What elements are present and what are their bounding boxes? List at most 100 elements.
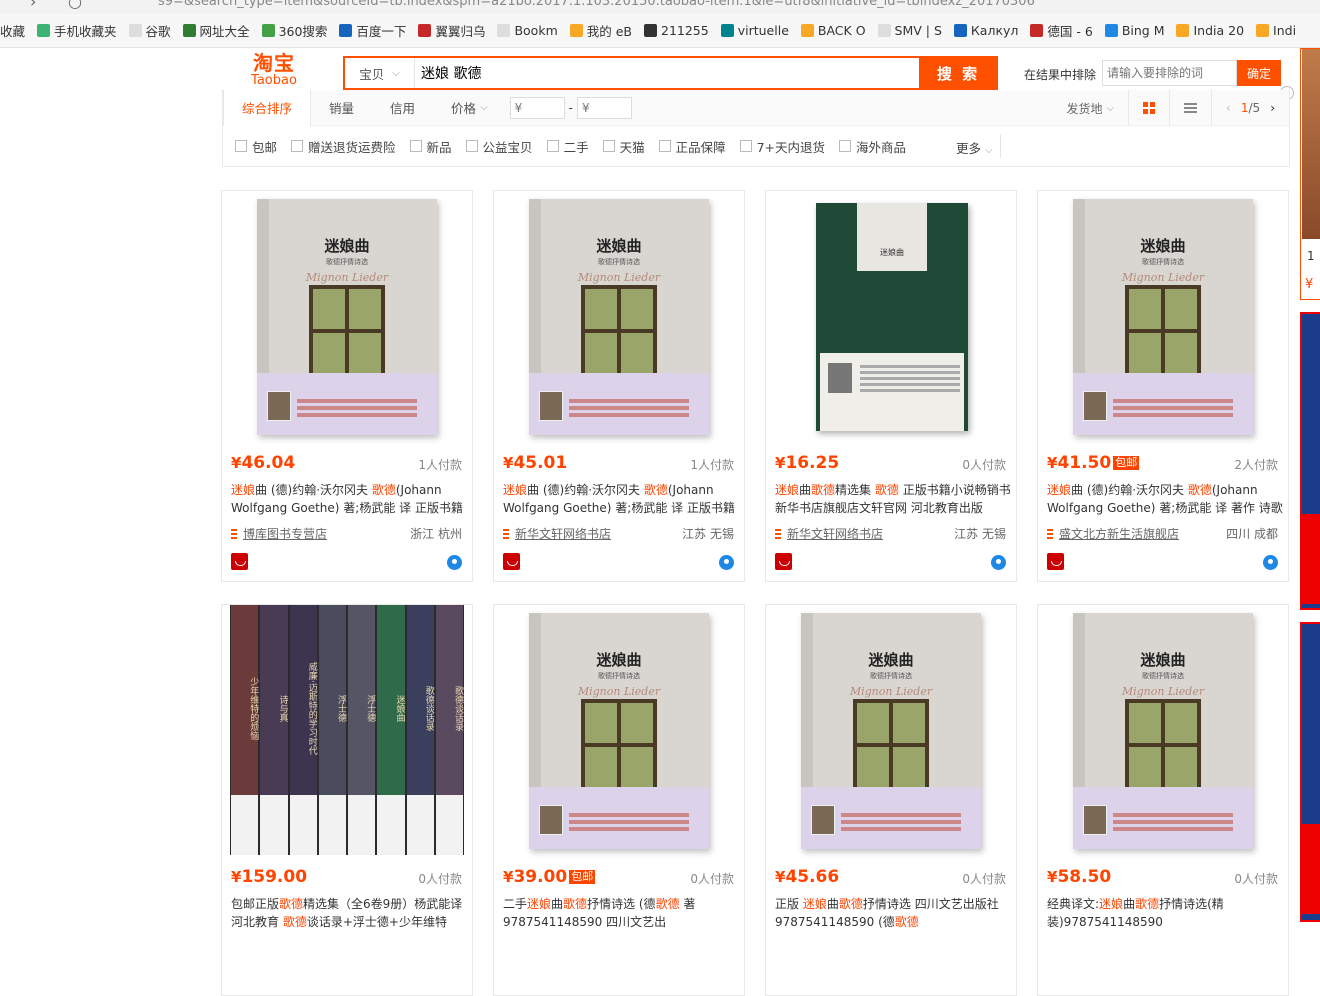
ad-card[interactable]: 1 ¥ xyxy=(1300,48,1320,300)
product-card[interactable]: 迷娘曲 歌德抒情诗选 Mignon Lieder ¥41.50 包邮 2人付款 迷娘曲 (德… xyxy=(1037,190,1289,582)
sort-price[interactable]: 价格 ⌵ xyxy=(433,90,506,126)
bookmark-item[interactable]: 我的 eB xyxy=(569,21,632,40)
keyword-highlight: 歌德 xyxy=(838,897,863,911)
logo-en: Taobao xyxy=(251,73,297,88)
product-image[interactable]: 迷娘曲 歌德抒情诗选 Mignon Lieder xyxy=(222,191,472,441)
bookmark-item[interactable]: 360搜索 xyxy=(261,21,327,40)
product-title[interactable]: 迷娘曲 (德)约翰·沃尔冈夫 歌德(Johann Wolfgang Goethe… xyxy=(1047,481,1283,517)
more-filters[interactable]: 更多 ⌵ xyxy=(956,138,993,157)
filter-checkbox[interactable]: 海外商品 xyxy=(839,137,906,156)
filter-checkbox[interactable]: 正品保障 xyxy=(658,137,726,156)
prev-page-icon[interactable]: ‹ xyxy=(1226,101,1231,115)
shop-link[interactable]: 博库图书专营店 xyxy=(231,525,327,542)
book-blurb xyxy=(569,827,689,831)
wangwang-chat-icon[interactable] xyxy=(1263,555,1278,570)
window-pane xyxy=(621,703,653,743)
filter-checkbox[interactable]: 天猫 xyxy=(602,137,645,156)
search-type-select[interactable]: 宝贝 ⌵ xyxy=(345,58,415,88)
sort-default[interactable]: 综合排序 xyxy=(223,89,312,126)
volume-title: 少年维特的烦恼 xyxy=(248,676,259,740)
price-min-input[interactable] xyxy=(509,96,565,119)
bookmark-item[interactable]: BACK O xyxy=(800,23,866,38)
bookmark-item[interactable]: 德国 - 6 xyxy=(1030,21,1093,40)
tmall-icon[interactable] xyxy=(1047,553,1064,570)
title-text: 精选集 xyxy=(835,483,875,497)
product-card[interactable]: 迷娘曲 歌德抒情诗选 Mignon Lieder ¥46.04 1人付款 迷娘曲 (德)约… xyxy=(221,190,473,582)
product-title[interactable]: 迷娘曲歌德精选集 歌德 正版书籍小说畅销书 新华书店旗舰店文轩官网 河北教育出版 xyxy=(775,481,1011,517)
wangwang-chat-icon[interactable] xyxy=(447,555,462,570)
shop-link[interactable]: 新华文轩网络书店 xyxy=(775,525,883,542)
search-input[interactable] xyxy=(415,58,919,88)
product-title[interactable]: 二手迷娘曲歌德抒情诗选 (德歌德 著 9787541148590 四川文艺出 xyxy=(503,895,739,931)
filter-checkbox[interactable]: 二手 xyxy=(546,137,589,156)
product-title[interactable]: 正版 迷娘曲歌德抒情诗选 四川文艺出版社 9787541148590 (德歌德 xyxy=(775,895,1011,931)
shop-link[interactable]: 新华文轩网络书店 xyxy=(503,525,611,542)
product-title[interactable]: 迷娘曲 (德)约翰·沃尔冈夫 歌德(Johann Wolfgang Goethe… xyxy=(503,481,739,517)
bookmark-item[interactable]: SMV | S xyxy=(877,23,942,38)
shop-link[interactable]: 盛文北方新生活旗舰店 xyxy=(1047,525,1179,542)
bookmark-item[interactable]: 网址大全 xyxy=(182,21,250,40)
product-image[interactable]: 迷娘曲 歌德抒情诗选 Mignon Lieder xyxy=(1038,191,1288,441)
bookmark-item[interactable]: 手机收藏夹 xyxy=(37,21,117,40)
filter-label: 天猫 xyxy=(619,139,645,155)
product-card[interactable]: 迷娘曲 歌德抒情诗选 Mignon Lieder ¥39.00 包邮 0人付款 二手迷娘曲歌… xyxy=(493,604,745,996)
bookmark-item[interactable]: Калкул xyxy=(953,23,1018,38)
filter-checkbox[interactable]: 7+天内退货 xyxy=(739,137,825,156)
list-view-icon[interactable] xyxy=(1169,90,1211,126)
next-page-icon[interactable]: › xyxy=(1270,101,1275,115)
product-image[interactable]: 少年维特的烦恼 诗与真 威廉·迈斯特的学习时代 浮士德 浮士德 迷娘曲 歌德谈话录 歌德谈话录 xyxy=(222,605,472,855)
bookmark-item[interactable]: Bookm xyxy=(497,23,558,38)
sort-sales[interactable]: 销量 xyxy=(311,90,372,126)
wangwang-chat-icon[interactable] xyxy=(719,555,734,570)
product-image[interactable]: 迷娘曲 歌德抒情诗选 Mignon Lieder xyxy=(1038,605,1288,855)
product-card[interactable]: 迷娘曲 歌德抒情诗选 Mignon Lieder ¥58.50 0人付款 经典译文:迷娘曲… xyxy=(1037,604,1289,996)
price-max-input[interactable] xyxy=(577,96,632,119)
product-title[interactable]: 经典译文:迷娘曲歌德抒情诗选(精装)9787541148590 xyxy=(1047,895,1283,931)
filter-checkbox[interactable]: 公益宝贝 xyxy=(465,137,533,156)
bookmark-item[interactable]: Bing M xyxy=(1104,23,1164,38)
ad-banner[interactable] xyxy=(1300,622,1320,922)
product-card[interactable]: 迷娘曲 ¥16.25 0人付款 迷娘曲歌德精选集 歌德 正版书籍小说畅销书 新华书店旗… xyxy=(765,190,1017,582)
reload-icon[interactable]: ○ xyxy=(68,0,82,11)
bookmark-item[interactable]: 211255 xyxy=(644,23,709,38)
book-set-photo: 少年维特的烦恼 诗与真 威廉·迈斯特的学习时代 浮士德 浮士德 迷娘曲 歌德谈话录 歌德谈话录 xyxy=(230,605,464,855)
product-image[interactable]: 迷娘曲 歌德抒情诗选 Mignon Lieder xyxy=(494,605,744,855)
product-title[interactable]: 迷娘曲 (德)约翰·沃尔冈夫 歌德(Johann Wolfgang Goethe… xyxy=(231,481,467,517)
tmall-icon[interactable] xyxy=(231,553,248,570)
bookmark-item[interactable]: 百度一下 xyxy=(339,21,406,40)
sort-credit[interactable]: 信用 xyxy=(372,90,433,126)
exclude-input[interactable] xyxy=(1102,60,1237,86)
bookmark-item[interactable]: 翼翼归乌 xyxy=(418,21,485,40)
ad-banner[interactable] xyxy=(1300,312,1320,610)
product-image[interactable]: 迷娘曲 xyxy=(766,191,1016,441)
title-text: 二手 xyxy=(503,897,528,911)
product-card[interactable]: 迷娘曲 歌德抒情诗选 Mignon Lieder ¥45.66 0人付款 正版 迷娘曲歌德… xyxy=(765,604,1017,996)
tmall-icon[interactable] xyxy=(775,553,792,570)
free-shipping-badge: 包邮 xyxy=(1113,456,1140,470)
tmall-icon[interactable] xyxy=(503,553,520,570)
filter-checkbox[interactable]: 赠送退货运费险 xyxy=(291,137,396,156)
wangwang-chat-icon[interactable] xyxy=(991,555,1006,570)
product-title[interactable]: 包邮正版歌德精选集（全6卷9册）杨武能译 河北教育 歌德谈话录+浮士德+少年维特 xyxy=(231,895,467,931)
bookmark-item[interactable]: 收藏 xyxy=(0,21,25,40)
filter-checkbox[interactable]: 新品 xyxy=(409,137,452,156)
exclude-confirm-button[interactable]: 确定 xyxy=(1237,60,1281,86)
product-card[interactable]: 少年维特的烦恼 诗与真 威廉·迈斯特的学习时代 浮士德 浮士德 迷娘曲 歌德谈话录 歌德谈话录… xyxy=(221,604,473,996)
forward-icon[interactable]: › xyxy=(30,0,36,11)
grid-view-icon[interactable] xyxy=(1128,90,1169,126)
ship-from-select[interactable]: 发货地 ⌵ xyxy=(1052,90,1128,126)
product-image[interactable]: 迷娘曲 歌德抒情诗选 Mignon Lieder xyxy=(766,605,1016,855)
bookmark-label: SMV | S xyxy=(894,23,942,38)
bookmark-item[interactable]: 谷歌 xyxy=(128,21,171,40)
bookmark-item[interactable]: virtuelle xyxy=(720,23,789,38)
taobao-logo[interactable]: 淘宝 Taobao xyxy=(244,52,304,92)
product-image[interactable]: 迷娘曲 歌德抒情诗选 Mignon Lieder xyxy=(494,191,744,441)
bookmark-item[interactable]: Indi xyxy=(1256,23,1296,38)
product-card[interactable]: 迷娘曲 歌德抒情诗选 Mignon Lieder ¥45.01 1人付款 迷娘曲 (德)约… xyxy=(493,190,745,582)
search-button[interactable]: 搜 索 xyxy=(919,56,998,90)
book-title: 迷娘曲 xyxy=(596,651,642,669)
address-bar[interactable]: s9=&search_type=item&sourceId=tb.index&s… xyxy=(158,0,1035,9)
bookmark-item[interactable]: India 20 xyxy=(1176,23,1244,38)
filter-label: 包邮 xyxy=(252,139,278,155)
filter-checkbox[interactable]: 包邮 xyxy=(235,137,277,156)
